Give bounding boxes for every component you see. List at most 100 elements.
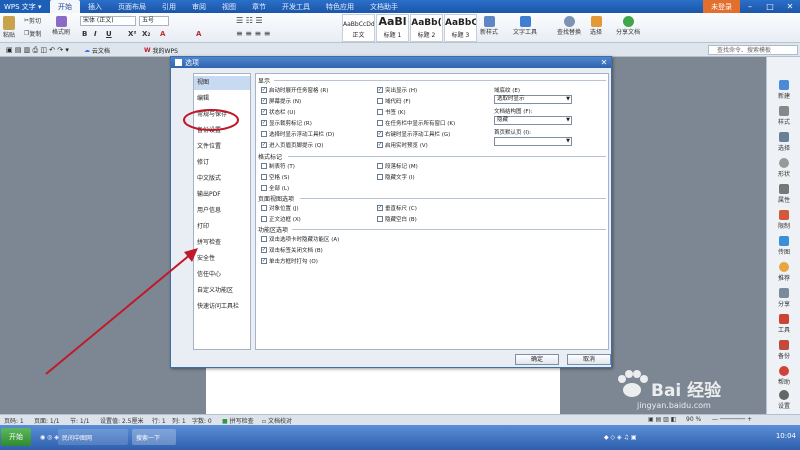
tab-insert[interactable]: 插入 xyxy=(80,0,110,13)
nav-trust-center[interactable]: 信任中心 xyxy=(194,268,250,282)
sidebar-share[interactable]: 分享 xyxy=(767,285,800,311)
style-heading-1[interactable]: AaBl 标题 1 xyxy=(376,14,409,42)
underline-button[interactable]: U xyxy=(106,30,112,38)
nav-general-save[interactable]: 常规与保存 xyxy=(194,108,250,122)
close-icon[interactable]: ✕ xyxy=(780,0,800,13)
opt-tab-chars[interactable]: 制表符 (T) xyxy=(261,162,295,170)
nav-spell-check[interactable]: 拼写检查 xyxy=(194,236,250,250)
opt-header-footer-tip[interactable]: ✓ 进入页眉页脚提示 (Q) xyxy=(261,141,323,149)
opt-paragraph-marks[interactable]: 段落标记 (M) xyxy=(377,162,418,170)
list-buttons[interactable]: ☰ ☷ ☰ xyxy=(236,16,263,25)
tab-cloud-doc[interactable]: ☁ 云文档 xyxy=(80,44,114,56)
doc-map-select[interactable]: 隐藏 ▼ xyxy=(494,116,572,125)
opt-click-box-check[interactable]: ✓ 单击方框时打勾 (O) xyxy=(261,257,318,265)
opt-live-preview[interactable]: ✓ 启用实时预览 (V) xyxy=(377,141,428,149)
nav-output-pdf[interactable]: 输出PDF xyxy=(194,188,250,202)
opt-floating-toolbar-select[interactable]: 选择时显示浮动工具栏 (D) xyxy=(261,130,334,138)
opt-expand-task-pane[interactable]: ✓ 启动时展开任务窗格 (R) xyxy=(261,86,328,94)
italic-button[interactable]: I xyxy=(94,30,97,38)
select-button[interactable]: 选择 xyxy=(590,16,602,36)
bold-button[interactable]: B xyxy=(82,30,87,38)
opt-dblclick-close-doc[interactable]: ✓ 双击标签关闭文档 (B) xyxy=(261,246,323,254)
command-search-input[interactable]: 查找命令、搜索模板 xyxy=(708,45,798,55)
sidebar-help[interactable]: 帮助 xyxy=(767,363,800,389)
nav-customize-ribbon[interactable]: 自定义功能区 xyxy=(194,284,250,298)
dialog-close-icon[interactable]: ✕ xyxy=(597,58,611,67)
tab-features[interactable]: 特色应用 xyxy=(318,0,362,13)
tab-review[interactable]: 审阅 xyxy=(184,0,214,13)
opt-object-position[interactable]: 对象位置 (J) xyxy=(261,204,299,212)
style-normal[interactable]: AaBbCcDd 正文 xyxy=(342,14,375,42)
sidebar-recommend[interactable]: 推荐 xyxy=(767,259,800,285)
sidebar-select[interactable]: 选择 xyxy=(767,129,800,155)
find-replace-button[interactable]: 查找替换 xyxy=(557,16,581,36)
opt-highlight[interactable]: ✓ 突出显示 (H) xyxy=(377,86,417,94)
start-button[interactable]: 开始 xyxy=(1,428,31,446)
sidebar-properties[interactable]: 属性 xyxy=(767,181,800,207)
login-button[interactable]: 未登录 xyxy=(703,0,740,13)
opt-vertical-ruler[interactable]: ✓ 垂直标尺 (C) xyxy=(377,204,417,212)
nav-print[interactable]: 打印 xyxy=(194,220,250,234)
tab-references[interactable]: 引用 xyxy=(154,0,184,13)
opt-all-marks[interactable]: 全部 (L) xyxy=(261,184,289,192)
opt-dblclick-hide-ribbon[interactable]: 双击选项卡时隐藏功能区 (A) xyxy=(261,235,339,243)
doc-proof-button[interactable]: ▫ 文档校对 xyxy=(262,416,292,425)
tab-doc-assistant[interactable]: 文档助手 xyxy=(362,0,406,13)
font-color-button[interactable]: A xyxy=(160,30,165,38)
new-style-button[interactable]: 新样式 xyxy=(480,16,498,36)
font-size-select[interactable]: 五号 xyxy=(139,16,169,26)
nav-revision[interactable]: 修订 xyxy=(194,156,250,170)
nav-quick-access-toolbar[interactable]: 快速访问工具栏 xyxy=(194,300,250,314)
tab-page-layout[interactable]: 页面布局 xyxy=(110,0,154,13)
font-name-select[interactable]: 宋体 (正文) xyxy=(80,16,136,26)
sidebar-style[interactable]: 样式 xyxy=(767,103,800,129)
opt-text-border[interactable]: 正文边框 (X) xyxy=(261,215,301,223)
align-buttons[interactable]: ≡ ≡ ≡ ≡ xyxy=(236,29,270,38)
opt-status-bar[interactable]: ✓ 状态栏 (U) xyxy=(261,108,296,116)
sidebar-backup[interactable]: 备份 xyxy=(767,337,800,363)
opt-taskbar-windows[interactable]: 在任务栏中显示所有窗口 (K) xyxy=(377,119,455,127)
superscript-button[interactable]: X² xyxy=(128,30,136,38)
opt-field-codes[interactable]: 域代码 (F) xyxy=(377,97,411,105)
taskbar-search-button[interactable]: 搜索一下 xyxy=(132,429,176,445)
paste-button[interactable]: 粘贴 xyxy=(3,16,15,39)
nav-backup-settings[interactable]: 备份设置 xyxy=(194,124,250,138)
cancel-button[interactable]: 取消 xyxy=(567,354,611,365)
opt-crop-marks[interactable]: ✓ 显示裁剪标记 (R) xyxy=(261,119,312,127)
app-menu-button[interactable]: WPS 文字 ▾ xyxy=(0,0,50,13)
nav-file-location[interactable]: 文件位置 xyxy=(194,140,250,154)
sidebar-tools[interactable]: 工具 xyxy=(767,311,800,337)
sidebar-restrict[interactable]: 限制 xyxy=(767,207,800,233)
opt-bookmarks[interactable]: 书签 (K) xyxy=(377,108,406,116)
field-shading-select[interactable]: 选取时显示 ▼ xyxy=(494,95,572,104)
sidebar-upload-image[interactable]: 传图 xyxy=(767,233,800,259)
tab-view[interactable]: 视图 xyxy=(214,0,244,13)
nav-user-info[interactable]: 用户信息 xyxy=(194,204,250,218)
sidebar-settings[interactable]: 设置 xyxy=(767,387,800,413)
format-painter-button[interactable]: 格式刷 xyxy=(52,16,70,36)
text-tools-button[interactable]: 文字工具 xyxy=(513,16,537,36)
first-page-select[interactable]: ▼ xyxy=(494,137,572,146)
nav-view[interactable]: 视图 xyxy=(194,76,250,90)
opt-hide-whitespace[interactable]: 隐藏空白 (B) xyxy=(377,215,417,223)
tab-my-wps[interactable]: W 我的WPS xyxy=(140,44,182,56)
sidebar-new[interactable]: 新建 xyxy=(767,77,800,103)
cut-button[interactable]: ✂ 剪切 xyxy=(24,16,41,25)
copy-button[interactable]: ❐ 复制 xyxy=(24,29,41,38)
subscript-button[interactable]: X₂ xyxy=(142,30,150,38)
tab-developer[interactable]: 开发工具 xyxy=(274,0,318,13)
ok-button[interactable]: 确定 xyxy=(515,354,559,365)
tray-icons[interactable]: ◆ ◇ ◈ ♫ ▣ xyxy=(600,429,641,445)
style-heading-2[interactable]: AaBb(标题 2 xyxy=(410,14,443,42)
spell-check-toggle[interactable]: ■ 拼写检查 xyxy=(222,416,254,425)
minimize-icon[interactable]: – xyxy=(740,0,760,13)
opt-hidden-text[interactable]: 隐藏文字 (I) xyxy=(377,173,415,181)
text-highlight-button[interactable]: A xyxy=(196,30,201,38)
quick-access-toolbar[interactable]: ▣ ▤ ▥ ⎙ ◫ ↶ ↷ ▾ xyxy=(2,44,73,56)
share-doc-button[interactable]: 分享文档 xyxy=(616,16,640,36)
style-heading-3[interactable]: AaBbC 标题 3 xyxy=(444,14,477,42)
opt-spaces[interactable]: 空格 (S) xyxy=(261,173,290,181)
maximize-icon[interactable]: □ xyxy=(760,0,780,13)
tab-home[interactable]: 开始 xyxy=(50,0,80,13)
opt-screen-tips[interactable]: ✓ 屏幕提示 (N) xyxy=(261,97,301,105)
